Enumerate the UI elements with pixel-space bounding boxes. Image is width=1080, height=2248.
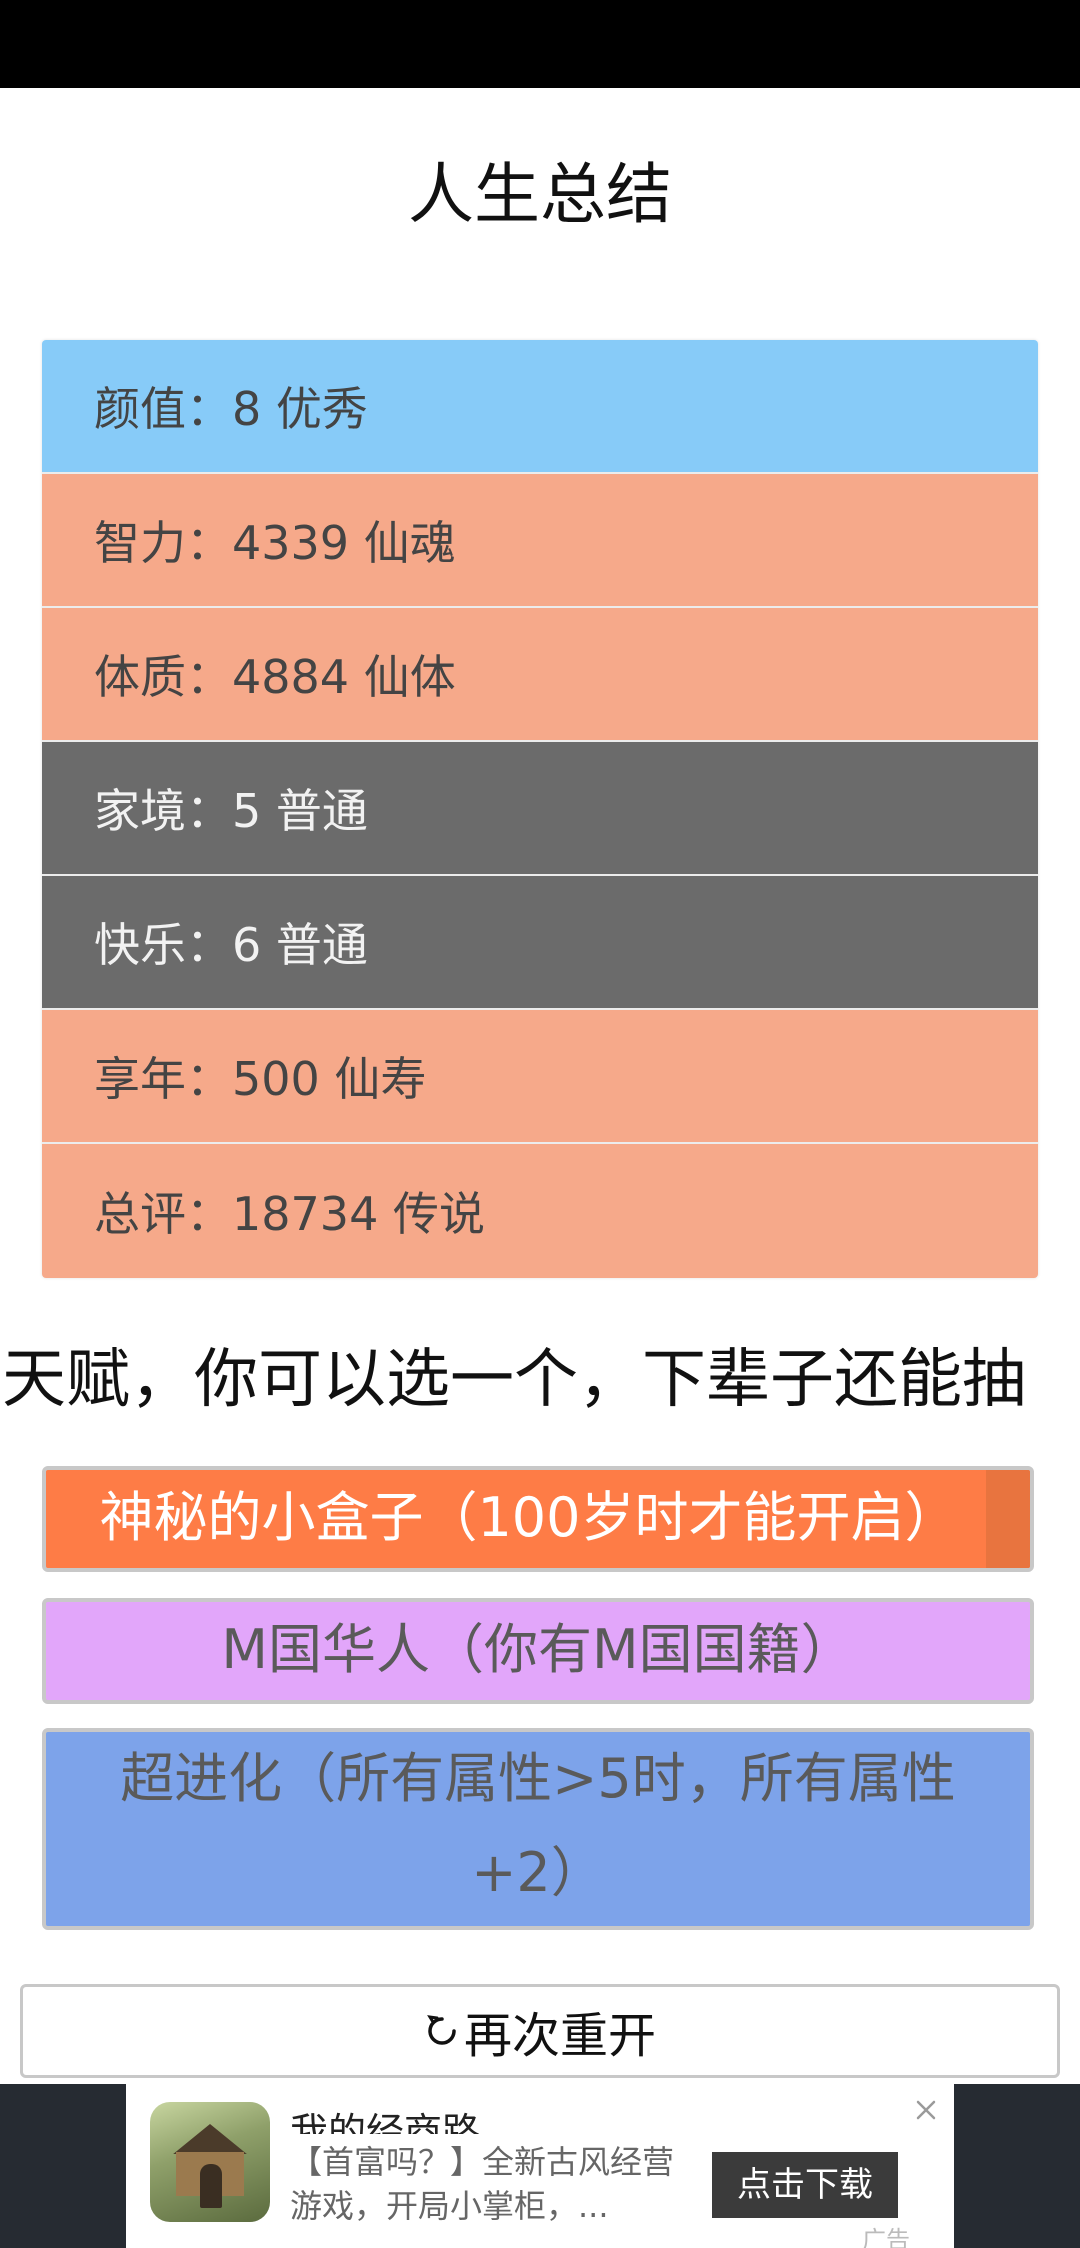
game-app-icon[interactable] xyxy=(150,2102,270,2222)
status-bar xyxy=(0,0,1080,88)
talent-prompt: 天赋，你可以选一个，下辈子还能抽 xyxy=(0,1330,1080,1430)
talent-prompt-text: 天赋，你可以选一个，下辈子还能抽 xyxy=(2,1343,1026,1417)
ad-title: 我的经商路 xyxy=(290,2112,481,2134)
talent-scroll-indicator xyxy=(986,1470,1030,1568)
stat-overall: 总评：18734 传说 xyxy=(42,1144,1038,1278)
restart-button[interactable]: 再次重开 xyxy=(20,1984,1060,2078)
life-summary-card: 颜值：8 优秀 智力：4339 仙魂 体质：4884 仙体 家境：5 普通 快乐… xyxy=(42,340,1038,1278)
ad-card[interactable]: 我的经商路 【首富吗？】全新古风经营游戏，开局小掌柜，... 点击下载 广告 xyxy=(126,2084,954,2248)
restart-label: 再次重开 xyxy=(463,2008,656,2064)
stat-lifespan: 享年：500 仙寿 xyxy=(42,1010,1038,1144)
talent-option-label: M国华人（你有M国国籍） xyxy=(221,1618,855,1681)
close-icon[interactable] xyxy=(908,2092,944,2128)
stat-family: 家境：5 普通 xyxy=(42,742,1038,876)
refresh-icon xyxy=(427,2015,456,2045)
ad-description: 【首富吗？】全新古风经营游戏，开局小掌柜，... xyxy=(290,2143,675,2225)
stat-intelligence: 智力：4339 仙魂 xyxy=(42,474,1038,608)
talent-option-mystery-box[interactable]: 神秘的小盒子（100岁时才能开启） xyxy=(42,1466,1034,1572)
stat-appearance: 颜值：8 优秀 xyxy=(42,340,1038,474)
stat-happiness: 快乐：6 普通 xyxy=(42,876,1038,1010)
ad-tag: 广告 xyxy=(862,2226,910,2248)
talent-option-super-evolution[interactable]: 超进化（所有属性>5时，所有属性+2） xyxy=(42,1728,1034,1930)
page-title: 人生总结 xyxy=(408,156,672,233)
talent-option-label: 超进化（所有属性>5时，所有属性+2） xyxy=(120,1747,956,1904)
stat-constitution: 体质：4884 仙体 xyxy=(42,608,1038,742)
talent-option-m-country[interactable]: M国华人（你有M国国籍） xyxy=(42,1598,1034,1704)
ad-banner: 我的经商路 【首富吗？】全新古风经营游戏，开局小掌柜，... 点击下载 广告 xyxy=(0,2084,1080,2248)
talent-option-label: 神秘的小盒子（100岁时才能开启） xyxy=(99,1486,959,1549)
ad-download-button[interactable]: 点击下载 xyxy=(712,2152,898,2218)
